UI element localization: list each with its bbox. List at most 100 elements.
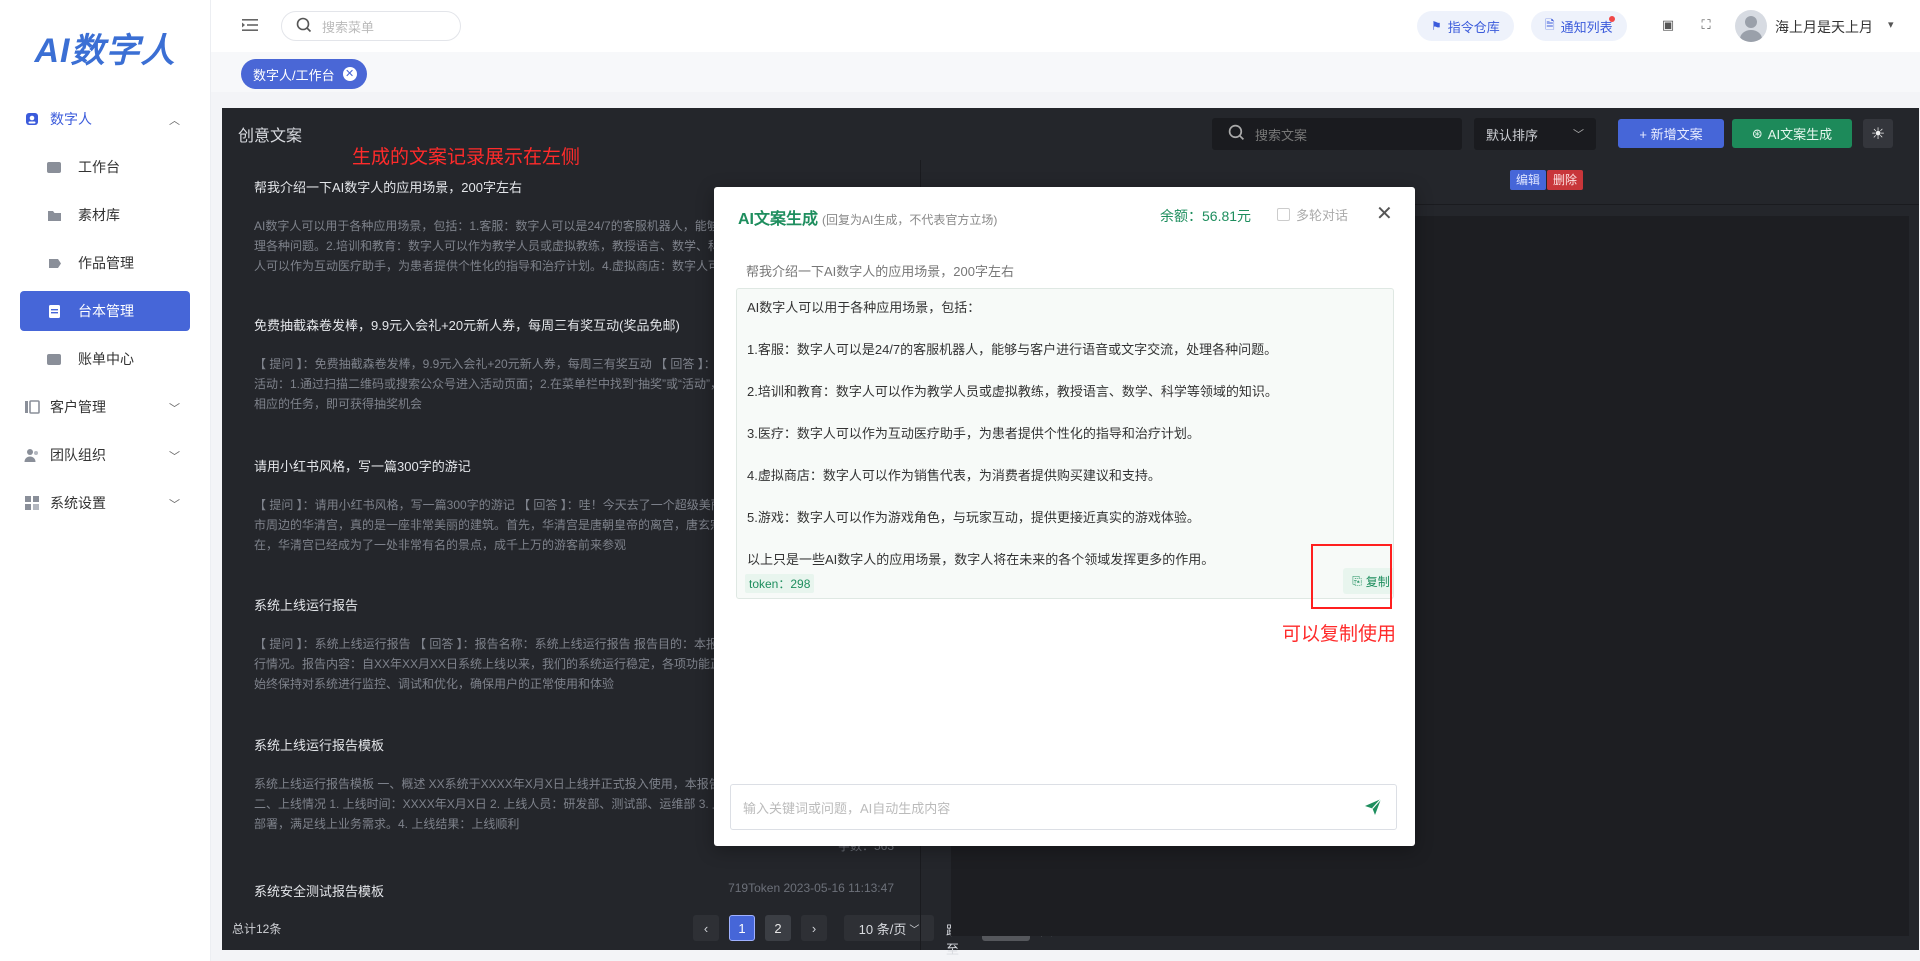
page-size-label: 10 条/页 [858,921,907,937]
app-logo: AI数字人 [34,32,176,70]
delete-button[interactable]: 删除 [1547,170,1584,190]
answer-line: 4.虚拟商店：数字人可以作为销售代表，为消费者提供购买建议和支持。 [747,468,1161,483]
sidebar-item-label: 素材库 [78,207,120,223]
search-icon [296,17,312,36]
dialog-title-text: AI文案生成 [738,211,819,228]
ai-copy-dialog: AI文案生成 (回复为AI生成，不代表官方立场) 余额：56.81元 多轮对话 ✕… [714,187,1415,846]
sidebar-group-settings[interactable]: 系统设置 ﹀ [0,479,210,527]
search-placeholder: 搜索菜单 [322,19,375,35]
page-number[interactable]: 2 [765,915,791,941]
ai-generate-button[interactable]: ⊛ AI文案生成 [1732,119,1852,148]
sidebar-group-team[interactable]: 团队组织 ﹀ [0,431,210,479]
menu-fold-icon[interactable] [241,16,259,34]
edit-button[interactable]: 编辑 [1510,170,1547,190]
digital-human-icon [24,111,40,127]
sidebar-group-label: 数字人 [50,111,92,127]
avatar[interactable] [1735,10,1767,42]
balance-display: 余额：56.81元 [1160,208,1252,224]
chevron-down-icon: ﹀ [169,451,180,463]
checkbox-icon[interactable] [1277,208,1290,221]
sidebar-item-scripts[interactable]: 台本管理 [20,291,190,331]
user-question: 帮我介绍一下AI数字人的应用场景，200字左右 [746,264,1014,279]
chevron-down-icon: ﹀ [1573,129,1584,141]
ai-generate-label: AI文案生成 [1767,127,1833,142]
pagination: 总计12条 ‹ 1 2 › 10 条/页 ﹀ 跳至 页 [222,906,1053,957]
multi-turn-label: 多轮对话 [1296,208,1349,223]
sidebar-group-label: 客户管理 [50,399,106,415]
answer-line: 3.医疗：数字人可以作为互动医疗助手，为患者提供个性化的指导和治疗计划。 [747,426,1200,441]
prompt-placeholder: 输入关键词或问题，AI自动生成内容 [743,800,951,816]
token-count: token：298 [745,574,815,593]
chevron-down-icon[interactable]: ▾ [1888,18,1894,31]
bell-icon: ⚑ [1431,19,1442,33]
send-icon[interactable] [1364,798,1382,816]
answer-line: AI数字人可以用于各种应用场景，包括： [747,300,981,315]
works-icon [46,255,62,271]
sidebar: AI数字人 数字人 ︿ 工作台 素材库 作品管理 台本管理 账单中心 客户管理 … [0,0,211,961]
page-title: 创意文案 [238,128,303,145]
settings-icon [24,495,40,511]
answer-line: 5.游戏：数字人可以作为游戏角色，与玩家互动，提供更接近真实的游戏体验。 [747,510,1200,525]
menu-search-input[interactable]: 搜索菜单 [281,11,461,41]
sidebar-item-works[interactable]: 作品管理 [0,239,210,287]
close-icon[interactable]: ✕ [342,67,357,81]
openai-icon: ⊛ [1751,125,1763,141]
list-item[interactable]: 系统安全测试报告模板 719Token 2023-05-16 11:13:47 [254,881,894,900]
sidebar-item-label: 台本管理 [78,303,134,319]
multi-turn-checkbox[interactable]: 多轮对话 [1277,205,1348,224]
page-number[interactable]: 1 [729,915,755,941]
unread-dot [1608,16,1615,22]
prev-page-button[interactable]: ‹ [693,915,719,941]
submenu-digital-human: 工作台 素材库 作品管理 台本管理 账单中心 [0,143,210,383]
search-icon [1228,124,1245,144]
customer-icon [24,399,40,415]
tab-bar: 数字人/工作台 ✕ [211,52,1920,92]
tab-workbench[interactable]: 数字人/工作台 ✕ [241,59,367,89]
dialog-subtitle: (回复为AI生成，不代表官方立场) [822,213,998,227]
sidebar-group-label: 团队组织 [50,447,106,463]
close-icon[interactable]: ✕ [1376,201,1393,226]
next-page-button[interactable]: › [801,915,827,941]
team-icon [24,447,40,463]
chevron-down-icon: ﹀ [169,403,180,415]
annotation-right: 可以复制使用 [1282,624,1397,645]
record-meta: 719Token 2023-05-16 11:13:47 [728,881,894,895]
prompt-input[interactable]: 输入关键词或问题，AI自动生成内容 [730,784,1397,830]
copy-search-input[interactable]: 搜索文案 [1212,118,1462,150]
calendar-icon[interactable]: ▣ [1660,17,1676,33]
notification-list-button[interactable]: 🗎 通知列表 [1531,11,1627,41]
folder-icon [46,207,62,223]
sidebar-group-digital-human[interactable]: 数字人 ︿ [0,95,210,143]
sidebar-item-bills[interactable]: 账单中心 [0,335,210,383]
sidebar-item-dashboard[interactable]: 工作台 [0,143,210,191]
user-name[interactable]: 海上月是天上月 [1775,17,1873,37]
sort-select[interactable]: 默认排序 ﹀ [1474,118,1596,150]
command-library-label: 指令仓库 [1447,19,1500,35]
theme-toggle-icon[interactable]: ☀ [1863,119,1893,148]
sidebar-group-customers[interactable]: 客户管理 ﹀ [0,383,210,431]
total-count: 总计12条 [232,922,282,936]
script-icon [46,303,62,319]
sidebar-group-label: 系统设置 [50,495,106,511]
annotation-highlight-box [1311,544,1392,609]
chevron-down-icon: ﹀ [909,924,920,936]
search-placeholder: 搜索文案 [1255,127,1308,143]
tab-label: 数字人/工作台 [253,67,335,83]
top-header: 搜索菜单 ⚑ 指令仓库 🗎 通知列表 ▣ ⛶ 海上月是天上月 ▾ [211,0,1920,52]
new-copy-button[interactable]: + 新增文案 [1618,119,1724,148]
bill-icon [46,351,62,367]
ai-answer-box: AI数字人可以用于各种应用场景，包括： 1.客服：数字人可以是24/7的客服机器… [736,288,1394,599]
sidebar-item-label: 账单中心 [78,351,134,367]
dialog-title: AI文案生成 (回复为AI生成，不代表官方立场) [738,205,997,229]
chevron-up-icon: ︿ [169,115,180,127]
fullscreen-icon[interactable]: ⛶ [1698,17,1714,33]
dashboard-icon [46,159,62,175]
sidebar-item-label: 作品管理 [78,255,134,271]
answer-line: 2.培训和教育：数字人可以作为教学人员或虚拟教练，教授语言、数学、科学等领域的知… [747,384,1278,399]
sidebar-item-materials[interactable]: 素材库 [0,191,210,239]
command-library-button[interactable]: ⚑ 指令仓库 [1417,11,1514,41]
sort-label: 默认排序 [1486,127,1539,143]
notification-list-label: 通知列表 [1560,19,1613,35]
answer-line: 以上只是一些AI数字人的应用场景，数字人将在未来的各个领域发挥更多的作用。 [747,552,1215,567]
answer-line: 1.客服：数字人可以是24/7的客服机器人，能够与客户进行语音或文字交流，处理各… [747,342,1278,357]
